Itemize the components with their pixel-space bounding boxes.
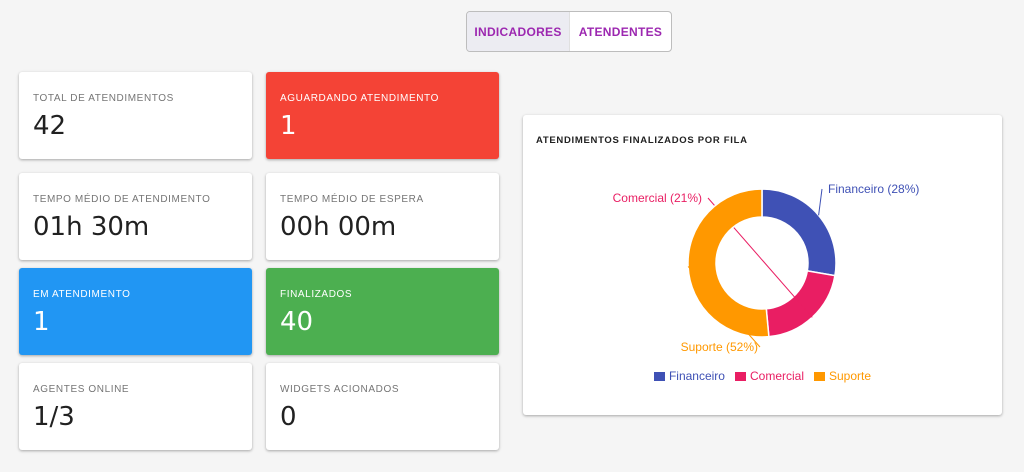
card-label: TEMPO MÉDIO DE ESPERA [280,194,424,205]
legend-label: Comercial [749,369,804,383]
card-label: AGENTES ONLINE [33,384,130,395]
card-tempo-medio-espera: TEMPO MÉDIO DE ESPERA 00h 00m [266,173,499,260]
card-label: EM ATENDIMENTO [33,289,131,300]
donut-slice-financeiro[interactable] [761,188,837,277]
card-tempo-medio-atendimento: TEMPO MÉDIO DE ATENDIMENTO 01h 30m [19,173,252,260]
card-aguardando-atendimento: AGUARDANDO ATENDIMENTO 1 [266,72,499,159]
card-value: 1 [280,111,297,141]
card-value: 1/3 [33,402,75,432]
card-widgets-acionados: WIDGETS ACIONADOS 0 [266,363,499,450]
legend-item-financeiro[interactable]: Financeiro [653,369,725,383]
legend-label: Financeiro [668,369,725,383]
card-value: 01h 30m [33,212,150,242]
chart-card-atendimentos-por-fila: ATENDIMENTOS FINALIZADOS POR FILA Financ… [523,115,1002,415]
card-value: 1 [33,307,50,337]
card-label: WIDGETS ACIONADOS [280,384,400,395]
card-value: 0 [280,402,297,432]
card-label: AGUARDANDO ATENDIMENTO [280,93,439,104]
tab-atendentes[interactable]: ATENDENTES [570,12,671,51]
legend-swatch [814,371,825,381]
donut-slice-suporte[interactable] [687,188,770,338]
legend-item-comercial[interactable]: Comercial [734,369,804,383]
chart-legend: Financeiro Comercial Suporte [523,369,1002,383]
card-value: 40 [280,307,314,337]
card-value: 42 [33,111,67,141]
view-tabs: INDICADORES ATENDENTES [466,11,672,52]
donut-chart: Financeiro (28%) Comercial (21%) Suporte (… [613,182,920,354]
card-label: TEMPO MÉDIO DE ATENDIMENTO [33,194,211,205]
slice-label-financeiro: Financeiro (28%) [828,182,919,196]
slice-label-suporte: Suporte (52%) [681,340,758,354]
legend-label: Suporte [829,369,872,383]
legend-item-suporte[interactable]: Suporte [814,369,871,383]
tab-indicadores[interactable]: INDICADORES [467,12,570,51]
card-em-atendimento: EM ATENDIMENTO 1 [19,268,252,355]
legend-swatch [653,371,665,381]
slice-leader-line [818,188,823,216]
card-value: 00h 00m [280,212,397,242]
card-agentes-online: AGENTES ONLINE 1/3 [19,363,252,450]
slice-label-comercial: Comercial (21%) [613,191,702,205]
card-total-atendimentos: TOTAL DE ATENDIMENTOS 42 [19,72,252,159]
card-label: FINALIZADOS [280,289,353,300]
legend-swatch [734,371,746,381]
card-finalizados: FINALIZADOS 40 [266,268,499,355]
card-label: TOTAL DE ATENDIMENTOS [33,93,174,104]
